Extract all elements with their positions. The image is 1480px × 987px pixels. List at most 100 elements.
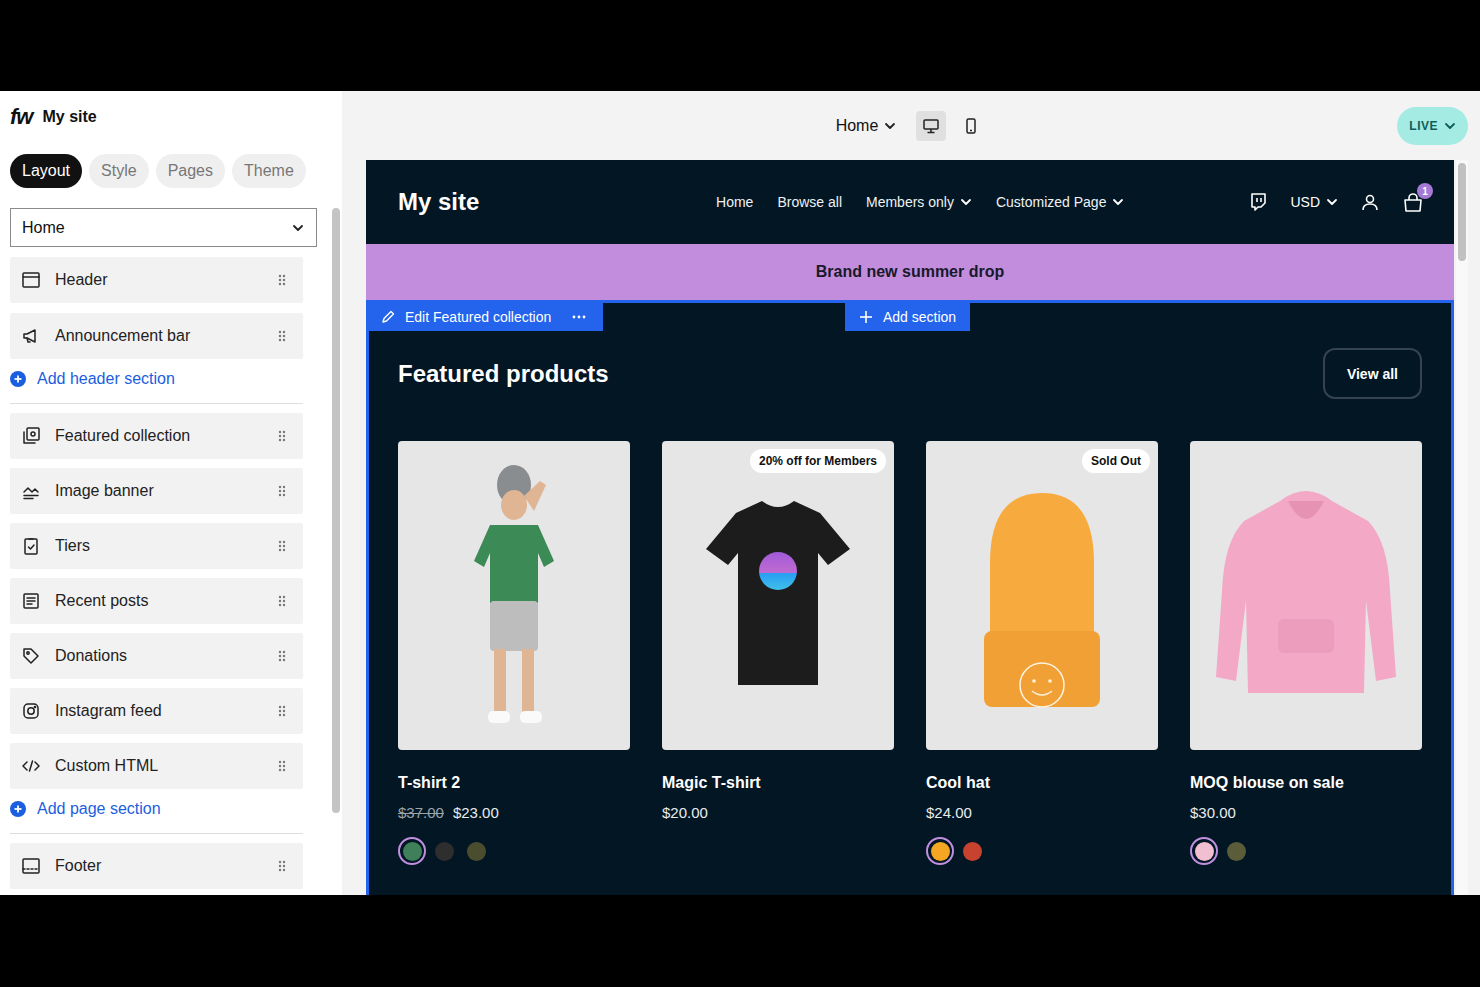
featured-title: Featured products <box>398 360 609 388</box>
nav-link[interactable]: Home <box>716 194 753 210</box>
drag-handle-icon[interactable] <box>277 649 287 663</box>
nav-link[interactable]: Browse all <box>777 194 842 210</box>
product-image[interactable] <box>398 441 630 750</box>
drag-handle-icon[interactable] <box>277 759 287 773</box>
current-price: $23.00 <box>453 804 499 821</box>
page-sections: Featured collection Image banner Tiers R… <box>10 413 303 789</box>
product-badge: 20% off for Members <box>750 449 886 473</box>
product-photo <box>398 441 630 750</box>
section-item[interactable]: Custom HTML <box>10 743 303 789</box>
product-name[interactable]: Cool hat <box>926 774 1158 792</box>
product-photo <box>662 441 894 750</box>
section-item[interactable]: Header <box>10 257 303 303</box>
product-price: $24.00 <box>926 804 1158 821</box>
section-item[interactable]: Instagram feed <box>10 688 303 734</box>
edit-section-button[interactable]: Edit Featured collection <box>369 303 603 331</box>
cart-button[interactable]: 1 <box>1402 191 1424 213</box>
view-all-button[interactable]: View all <box>1323 348 1422 399</box>
site-nav: My site Home Browse all Members only Cus… <box>366 160 1454 244</box>
section-item[interactable]: Tiers <box>10 523 303 569</box>
currency-select[interactable]: USD <box>1290 194 1338 210</box>
edit-section-label: Edit Featured collection <box>405 309 551 325</box>
product-card[interactable]: 20% off for Members Magic T-shirt $20.00 <box>662 441 894 865</box>
preview-page-select[interactable]: Home <box>836 117 897 135</box>
section-item[interactable]: Announcement bar <box>10 313 303 359</box>
page-select[interactable]: Home <box>10 208 317 247</box>
chevron-down-icon <box>884 120 896 132</box>
color-swatch[interactable] <box>1190 837 1218 865</box>
section-item[interactable]: Donations <box>10 633 303 679</box>
scroll-thumb[interactable] <box>1458 163 1466 261</box>
tab[interactable]: Pages <box>156 154 225 188</box>
tab-bar: LayoutStylePagesTheme <box>10 154 342 188</box>
preview-toolbar: Home LIVE <box>342 91 1480 160</box>
drag-handle-icon[interactable] <box>277 273 287 287</box>
section-label: Featured collection <box>55 427 190 445</box>
editor-sidebar: fw My site LayoutStylePagesTheme Home He… <box>0 91 342 895</box>
drag-handle-icon[interactable] <box>277 859 287 873</box>
sidebar-scrollbar[interactable] <box>332 208 340 813</box>
preview-scrollbar[interactable] <box>1456 160 1468 895</box>
section-item[interactable]: Recent posts <box>10 578 303 624</box>
drag-handle-icon[interactable] <box>277 329 287 343</box>
product-card[interactable]: Sold Out Cool hat $24.00 <box>926 441 1158 865</box>
app-logo[interactable]: fw <box>10 104 32 130</box>
product-image[interactable]: 20% off for Members <box>662 441 894 750</box>
color-swatch[interactable] <box>1222 837 1250 865</box>
pencil-icon <box>381 310 395 324</box>
banner-icon <box>21 481 41 501</box>
color-swatches <box>1190 837 1422 865</box>
section-label: Custom HTML <box>55 757 158 775</box>
product-name[interactable]: MOQ blouse on sale <box>1190 774 1422 792</box>
product-price: $30.00 <box>1190 804 1422 821</box>
drag-handle-icon[interactable] <box>277 484 287 498</box>
posts-icon <box>21 591 41 611</box>
section-item[interactable]: Footer <box>10 843 303 889</box>
product-image[interactable] <box>1190 441 1422 750</box>
section-label: Image banner <box>55 482 154 500</box>
drag-handle-icon[interactable] <box>277 594 287 608</box>
add-section-link[interactable]: Add header section <box>10 367 317 391</box>
drag-handle-icon[interactable] <box>277 704 287 718</box>
instagram-icon <box>21 701 41 721</box>
more-icon[interactable] <box>571 310 587 324</box>
twitch-icon[interactable] <box>1248 192 1268 212</box>
product-name[interactable]: T-shirt 2 <box>398 774 630 792</box>
color-swatch[interactable] <box>462 837 490 865</box>
nav-link[interactable]: Customized Page <box>996 194 1125 210</box>
preview-row: My site Home Browse all Members only Cus… <box>342 160 1480 895</box>
section-label: Donations <box>55 647 127 665</box>
current-price: $30.00 <box>1190 804 1236 821</box>
announce-icon <box>21 326 41 346</box>
nav-actions: USD 1 <box>1248 191 1424 213</box>
tab[interactable]: Style <box>89 154 149 188</box>
add-section-link[interactable]: Add page section <box>10 797 317 821</box>
color-swatch[interactable] <box>430 837 458 865</box>
color-swatch[interactable] <box>926 837 954 865</box>
product-card[interactable]: MOQ blouse on sale $30.00 <box>1190 441 1422 865</box>
nav-link[interactable]: Members only <box>866 194 972 210</box>
account-icon[interactable] <box>1360 192 1380 212</box>
announcement-bar: Brand new summer drop <box>366 244 1454 300</box>
color-swatch[interactable] <box>958 837 986 865</box>
product-card[interactable]: T-shirt 2 $37.00 $23.00 <box>398 441 630 865</box>
add-section-label: Add section <box>883 309 956 325</box>
live-status-button[interactable]: LIVE <box>1397 107 1468 145</box>
section-item[interactable]: Featured collection <box>10 413 303 459</box>
drag-handle-icon[interactable] <box>277 429 287 443</box>
section-item[interactable]: Image banner <box>10 468 303 514</box>
bottom-band <box>0 895 1480 987</box>
plus-circle-icon <box>10 801 26 817</box>
product-badge: Sold Out <box>1082 449 1150 473</box>
add-section-button[interactable]: Add section <box>845 303 970 331</box>
product-image[interactable]: Sold Out <box>926 441 1158 750</box>
tab[interactable]: Layout <box>10 154 82 188</box>
announcement-text: Brand new summer drop <box>816 263 1004 281</box>
drag-handle-icon[interactable] <box>277 539 287 553</box>
site-brand[interactable]: My site <box>398 188 479 216</box>
product-name[interactable]: Magic T-shirt <box>662 774 894 792</box>
mobile-view-button[interactable] <box>956 111 986 141</box>
tab[interactable]: Theme <box>232 154 306 188</box>
color-swatch[interactable] <box>398 837 426 865</box>
desktop-view-button[interactable] <box>916 111 946 141</box>
